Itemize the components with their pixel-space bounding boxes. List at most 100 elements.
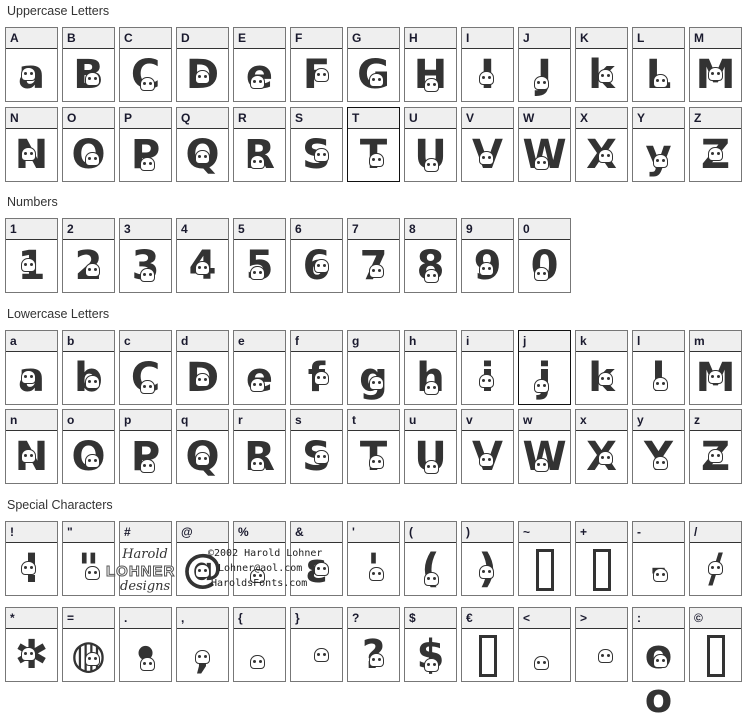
glyph-cell[interactable]: ?? [347, 607, 400, 682]
glyph-cell[interactable]: nN [5, 409, 58, 484]
glyph-cell[interactable]: // [689, 521, 742, 596]
skull-icon [21, 67, 36, 81]
glyph-cell[interactable]: ZZ [689, 107, 742, 182]
glyph-cell[interactable]: MM [689, 27, 742, 102]
glyph-cell[interactable]: OO [62, 107, 115, 182]
glyph-cell[interactable]: < [518, 607, 571, 682]
glyph-cell[interactable]: Ee [233, 27, 286, 102]
glyph-preview: h [405, 352, 456, 404]
glyph-label: ) [462, 522, 513, 543]
glyph-cell[interactable]: 55 [233, 218, 286, 293]
glyph-cell[interactable]: '' [347, 521, 400, 596]
glyph-cell[interactable]: CC [119, 27, 172, 102]
glyph-cell[interactable]: 88 [404, 218, 457, 293]
glyph-cell[interactable]: oO [62, 409, 115, 484]
glyph-cell[interactable]: NN [5, 107, 58, 182]
glyph-cell[interactable]: : o o [632, 607, 685, 721]
glyph-cell[interactable]: yY [632, 409, 685, 484]
glyph-cell[interactable]: ii [461, 330, 514, 405]
glyph-cell[interactable]: LL [632, 27, 685, 102]
glyph-cell[interactable]: ff [290, 330, 343, 405]
glyph-cell[interactable]: cC [119, 330, 172, 405]
glyph-label: 2 [63, 219, 114, 240]
glyph-preview [462, 629, 513, 681]
glyph-cell[interactable]: gg [347, 330, 400, 405]
glyph-cell[interactable]: © [689, 607, 742, 682]
glyph-cell[interactable]: UU [404, 107, 457, 182]
glyph-cell[interactable]: HH [404, 27, 457, 102]
glyph-cell[interactable]: 66 [290, 218, 343, 293]
glyph-cell[interactable]: xX [575, 409, 628, 484]
glyph-label: s [291, 410, 342, 431]
glyph-cell[interactable]: aa [5, 330, 58, 405]
glyph-cell[interactable]: 77 [347, 218, 400, 293]
glyph-cell[interactable]: =◍ [62, 607, 115, 682]
glyph-cell[interactable]: XX [575, 107, 628, 182]
skull-icon [424, 78, 439, 92]
glyph-cell[interactable]: € [461, 607, 514, 682]
glyph-cell[interactable]: hh [404, 330, 457, 405]
glyph-cell[interactable]: FF [290, 27, 343, 102]
glyph-cell[interactable]: 00 [518, 218, 571, 293]
skull-icon [195, 373, 210, 387]
skull-icon [195, 150, 210, 164]
skull-icon [534, 76, 549, 90]
glyph-cell[interactable]: SS [290, 107, 343, 182]
glyph-cell[interactable]: *✱ [5, 607, 58, 682]
glyph-cell[interactable]: QQ [176, 107, 229, 182]
skull-icon [21, 147, 36, 161]
glyph-cell[interactable]: TT [347, 107, 400, 182]
glyph-cell[interactable]: bb [62, 330, 115, 405]
glyph-cell[interactable]: mM [689, 330, 742, 405]
glyph-cell[interactable]: 22 [62, 218, 115, 293]
glyph-cell[interactable]: II [461, 27, 514, 102]
glyph-cell[interactable]: WW [518, 107, 571, 182]
glyph-cell[interactable]: . • [119, 607, 172, 682]
glyph-cell[interactable]: qQ [176, 409, 229, 484]
glyph-cell[interactable]: 33 [119, 218, 172, 293]
glyph-cell[interactable]: vV [461, 409, 514, 484]
glyph-cell[interactable]: PP [119, 107, 172, 182]
glyph-cell[interactable]: { [233, 607, 286, 682]
glyph-cell[interactable]: "" [62, 521, 115, 596]
glyph-cell[interactable]: sS [290, 409, 343, 484]
glyph-cell[interactable]: } [290, 607, 343, 682]
glyph-cell[interactable]: kk [575, 330, 628, 405]
glyph-cell[interactable]: 44 [176, 218, 229, 293]
glyph-cell[interactable]: (( [404, 521, 457, 596]
glyph-cell[interactable]: !! [5, 521, 58, 596]
glyph-preview: e [234, 352, 285, 404]
glyph-cell[interactable]: zZ [689, 409, 742, 484]
glyph-cell[interactable]: BB [62, 27, 115, 102]
glyph-cell[interactable]: dD [176, 330, 229, 405]
glyph-cell[interactable]: jj [518, 330, 571, 405]
glyph-cell[interactable]: + [575, 521, 628, 596]
glyph-cell[interactable]: tT [347, 409, 400, 484]
glyph-cell[interactable]: RR [233, 107, 286, 182]
glyph-cell[interactable]: JJ [518, 27, 571, 102]
glyph-cell[interactable]: uU [404, 409, 457, 484]
glyph-cell[interactable]: ll [632, 330, 685, 405]
glyph-cell[interactable]: GG [347, 27, 400, 102]
glyph-cell[interactable]: VV [461, 107, 514, 182]
glyph-cell[interactable]: Kk [575, 27, 628, 102]
glyph-cell[interactable]: ,, [176, 607, 229, 682]
glyph-cell[interactable]: > [575, 607, 628, 682]
glyph-cell[interactable]: 11 [5, 218, 58, 293]
glyph-cell[interactable]: wW [518, 409, 571, 484]
glyph-cell[interactable]: ee [233, 330, 286, 405]
glyph-cell[interactable]: -- [632, 521, 685, 596]
glyph-cell[interactable]: pP [119, 409, 172, 484]
glyph-cell[interactable]: ~ [518, 521, 571, 596]
glyph-cell[interactable]: DD [176, 27, 229, 102]
glyph-cell[interactable]: )) [461, 521, 514, 596]
glyph-preview: / [690, 543, 741, 595]
glyph-cell[interactable]: 99 [461, 218, 514, 293]
glyph-cell[interactable]: rR [233, 409, 286, 484]
glyph-preview: $ [405, 629, 456, 681]
skull-icon [21, 561, 36, 575]
glyph-cell[interactable]: Aa [5, 27, 58, 102]
glyph-cell[interactable]: $ $ [404, 607, 457, 682]
glyph-preview: Z [690, 129, 741, 181]
glyph-cell[interactable]: Yy [632, 107, 685, 182]
